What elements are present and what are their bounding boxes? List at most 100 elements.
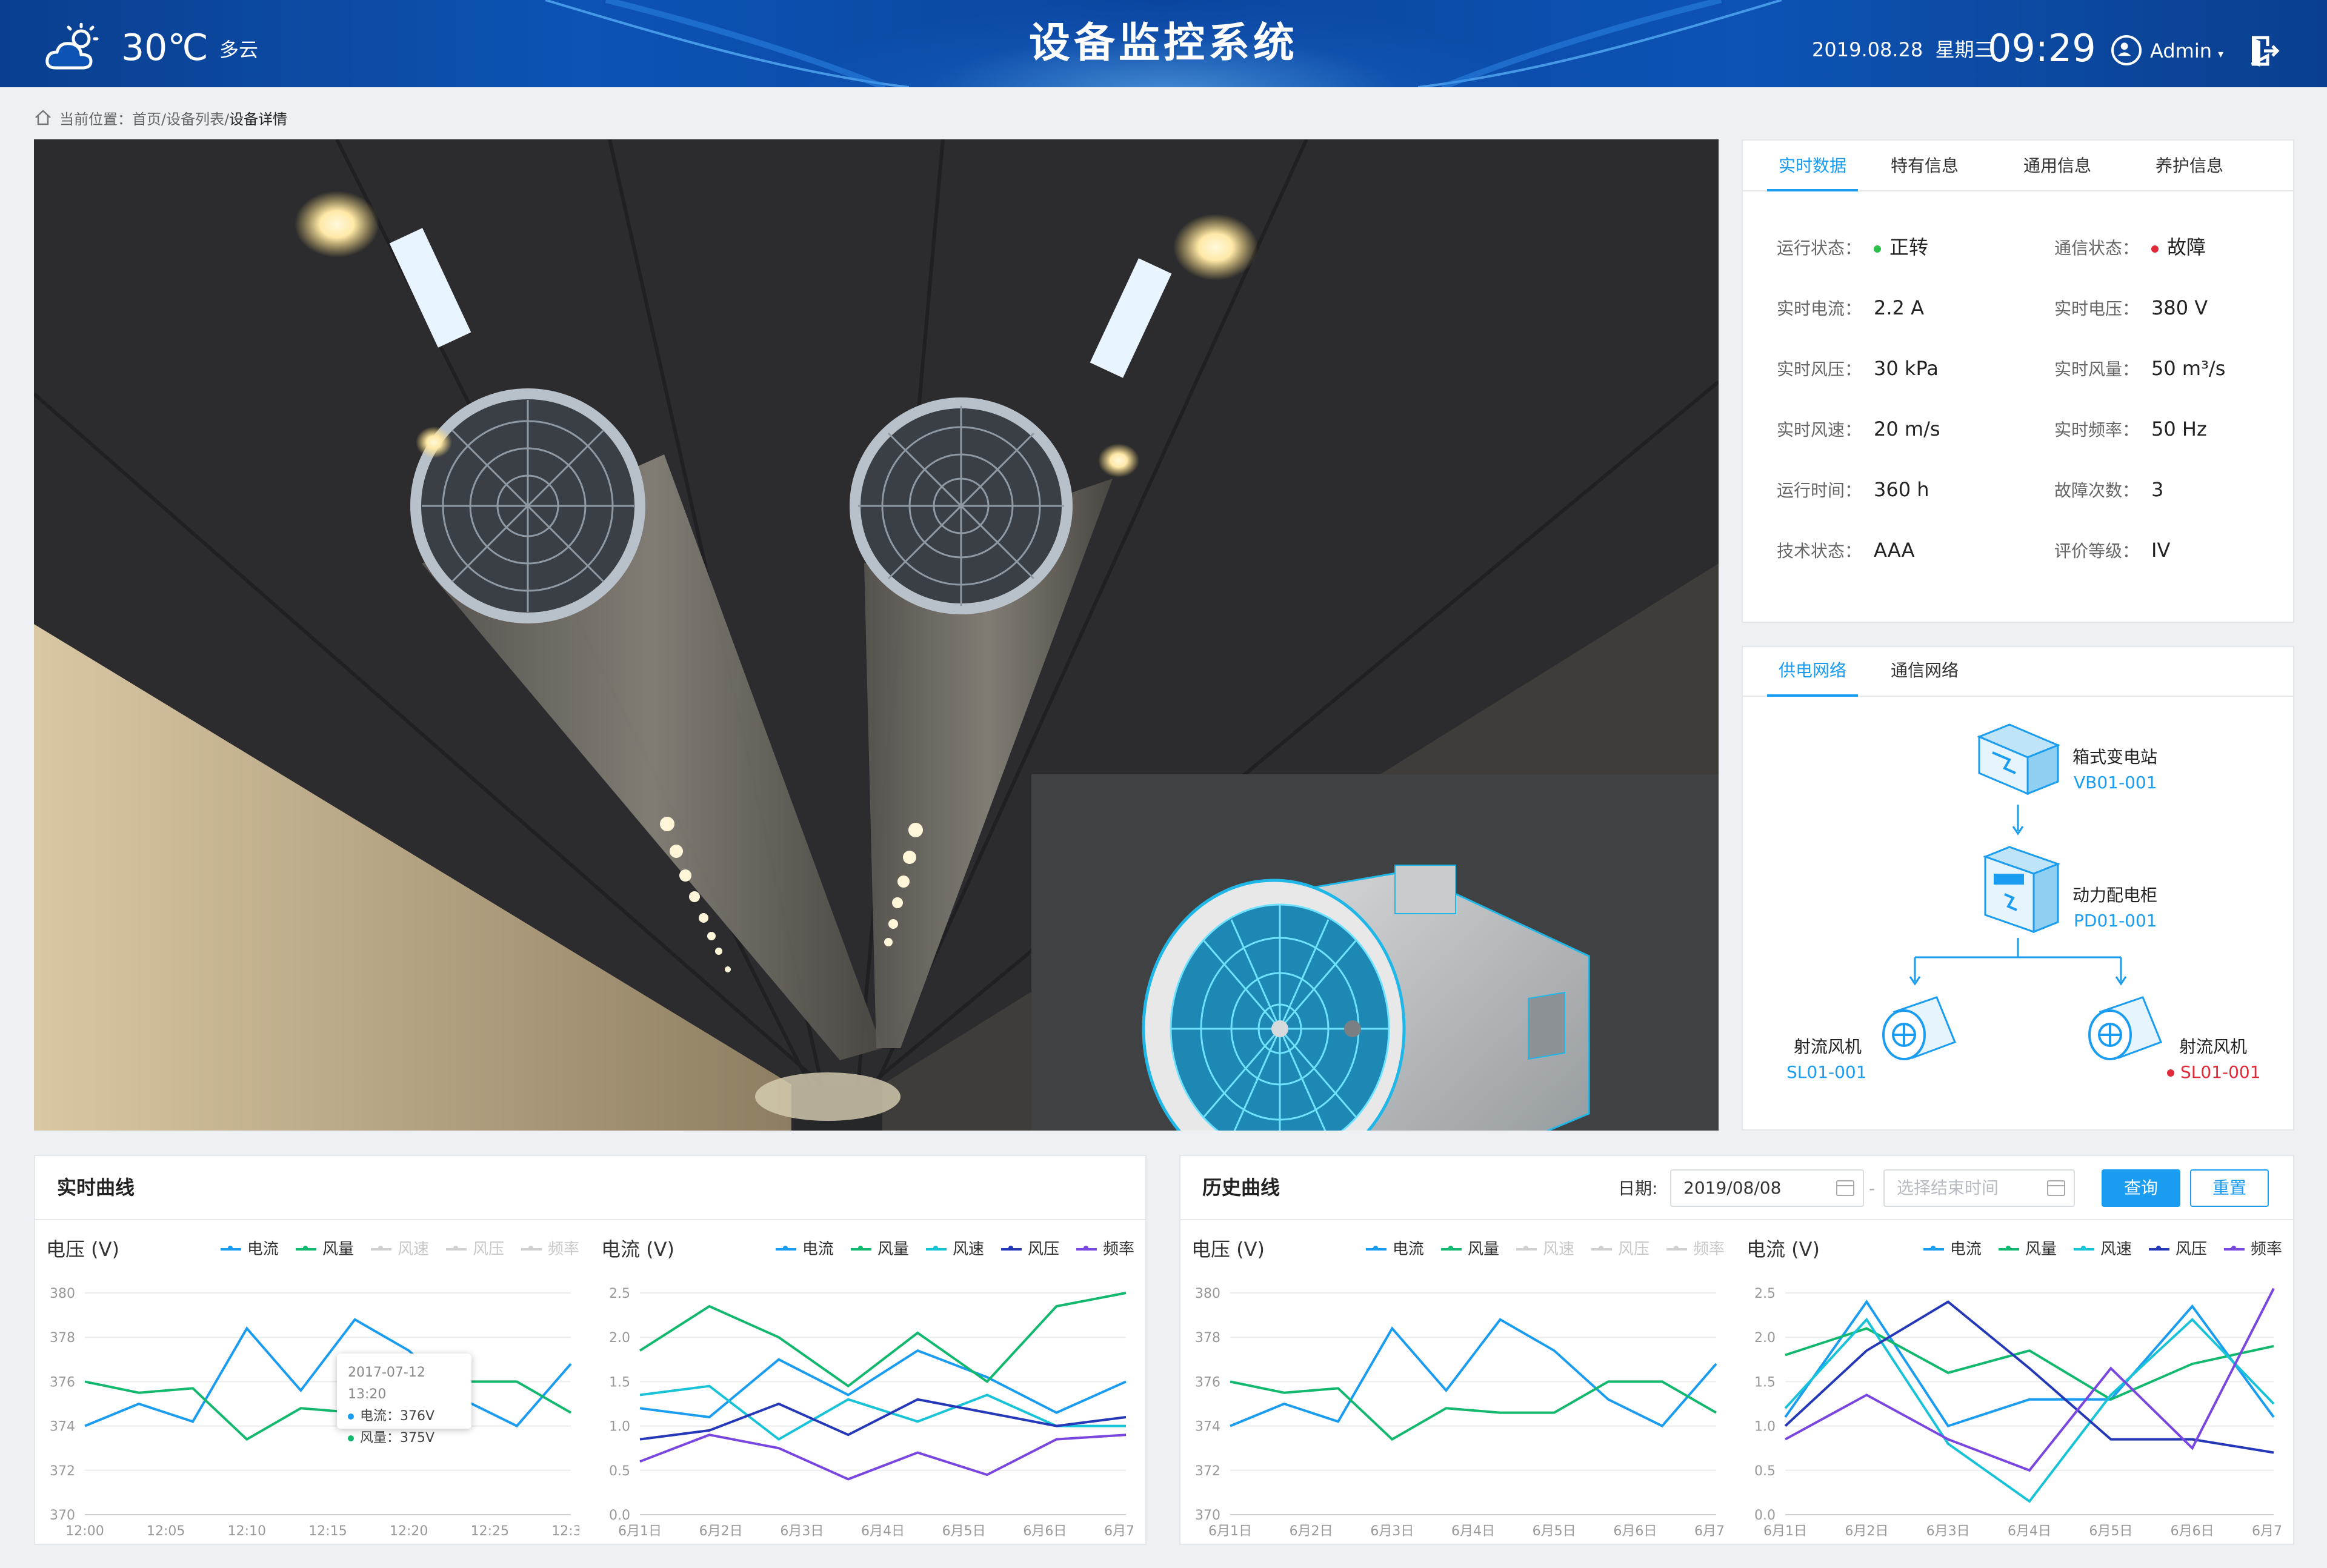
substation-code[interactable]: VB01-001 (2074, 771, 2157, 795)
run-status: 运行状态： 正转 (1777, 235, 1928, 261)
y-tick-label: 0.0 (609, 1508, 630, 1523)
legend-dot-icon (348, 1414, 354, 1420)
tunnel-camera-view[interactable] (34, 139, 1719, 1131)
series-line-频率 (639, 1433, 1127, 1481)
fan-3d-model-view[interactable] (1031, 774, 1719, 1131)
breadcrumb-current: 设备详情 (229, 110, 288, 128)
status-ok-dot-icon (1874, 245, 1882, 253)
realtime-voltage-label: 实时电压： (2054, 299, 2140, 319)
logout-icon[interactable] (2249, 35, 2280, 67)
breadcrumb: 当前位置： 首页 /设备列表/ 设备详情 (34, 105, 287, 130)
fan-left-code[interactable]: SL01-001 (1786, 1060, 1867, 1085)
realtime-frequency-label: 实时频率： (2054, 420, 2140, 440)
y-tick-label: 380 (50, 1286, 75, 1301)
breadcrumb-home[interactable]: 首页 (132, 107, 161, 128)
realtime-frequency: 实时频率： 50 Hz (2054, 417, 2207, 442)
breadcrumb-device-list[interactable]: /设备列表/ (161, 107, 229, 128)
query-button[interactable]: 查询 (2102, 1169, 2180, 1207)
current-date: 2019.08.28 星期三 (1812, 38, 1994, 62)
realtime-wind-speed-label: 实时风速： (1777, 420, 1862, 440)
x-tick-label: 6月4日 (2008, 1524, 2051, 1539)
history-current-chart: 电流 (V) 电流 风量 风速 风压 频率 0.0 0.5 1.0 1.5 2.0 2.5 6月1日 6月… (1746, 1236, 2282, 1539)
realtime-airflow-value: 50 m³/s (2151, 357, 2226, 380)
x-tick-label: 6月5日 (1533, 1524, 1576, 1539)
status-fault-dot-icon (2151, 245, 2159, 253)
chart-plot: 370 372 374 376 378 380 12:00 12:05 12:10 12:15 12… (50, 1286, 579, 1539)
realtime-airflow-label: 实时风量： (2054, 359, 2140, 379)
tab-power-network[interactable]: 供电网络 (1767, 647, 1858, 697)
calendar-icon (2047, 1180, 2065, 1196)
fault-count: 故障次数： 3 (2054, 477, 2163, 503)
series-line-风速 (639, 1384, 1126, 1441)
tooltip-line-airflow: 风量：375V (348, 1427, 461, 1449)
reset-button[interactable]: 重置 (2190, 1169, 2269, 1207)
run-time-value: 360 h (1874, 478, 1929, 501)
detail-tabs: 实时数据 特有信息 通用信息 养护信息 (1743, 141, 2293, 191)
x-tick-label: 6月6日 (2171, 1524, 2214, 1539)
x-tick-label: 6月2日 (699, 1524, 743, 1539)
x-tick-label: 6月1日 (618, 1524, 662, 1539)
cabinet-name: 动力配电柜 (2072, 885, 2158, 905)
x-tick-label: 6月7日 (2252, 1524, 2282, 1539)
realtime-current: 实时电流： 2.2 A (1777, 296, 1924, 321)
tech-status-label: 技术状态： (1777, 541, 1862, 561)
weather-description: 多云 (219, 38, 259, 61)
series-line-风压 (639, 1398, 1127, 1441)
user-name-label: Admin (2150, 39, 2212, 62)
user-avatar-icon[interactable] (2111, 35, 2142, 65)
tooltip-line-current: 电流：376V (348, 1406, 461, 1427)
x-tick-label: 6月1日 (1208, 1524, 1252, 1539)
jet-fan-right-icon (2088, 996, 2162, 1060)
tab-realtime-data[interactable]: 实时数据 (1767, 141, 1858, 191)
y-tick-label: 0.5 (1754, 1464, 1776, 1479)
run-status-label: 运行状态： (1777, 238, 1862, 258)
fault-dot-icon (2167, 1069, 2174, 1077)
y-tick-label: 1.5 (609, 1375, 630, 1390)
series-line-风速 (1784, 1317, 2275, 1503)
divider (35, 1219, 1145, 1220)
fan-right-code-wrap[interactable]: SL01-001 (2167, 1060, 2261, 1085)
realtime-current-label: 实时电流： (1777, 299, 1862, 319)
realtime-pressure: 实时风压： 30 kPa (1777, 356, 1939, 382)
y-tick-label: 0.0 (1754, 1508, 1776, 1523)
top-header: 30℃ 多云 设备监控系统 2019.08.28 星期三 09:29 Admin… (0, 0, 2327, 87)
substation-name: 箱式变电站 (2072, 747, 2158, 767)
tooltip-current-value: 电流：376V (360, 1409, 435, 1424)
fan-left-name: 射流风机 (1794, 1037, 1862, 1057)
y-tick-label: 378 (1195, 1330, 1220, 1346)
network-tabs: 供电网络 通信网络 (1743, 647, 2293, 697)
breadcrumb-prefix: 当前位置： (59, 110, 132, 128)
tab-specific-info[interactable]: 特有信息 (1858, 141, 1991, 191)
tab-general-info[interactable]: 通用信息 (1991, 141, 2123, 191)
cabinet-code[interactable]: PD01-001 (2074, 909, 2157, 933)
network-card: 供电网络 通信网络 箱式变电站 VB01-001 动力配电柜 PD01-001 … (1742, 646, 2294, 1131)
x-tick-label: 12:20 (390, 1524, 428, 1539)
realtime-voltage-value: 380 V (2151, 296, 2208, 319)
current-time: 09:29 (1988, 26, 2096, 70)
x-tick-label: 6月5日 (942, 1524, 986, 1539)
end-date-input[interactable]: 选择结束时间 (1883, 1169, 2075, 1207)
fan-right-code: SL01-001 (2180, 1062, 2261, 1082)
tab-maintenance-info[interactable]: 养护信息 (2123, 141, 2255, 191)
tab-comm-network[interactable]: 通信网络 (1858, 647, 1991, 697)
series-line-风量 (1785, 1327, 2274, 1401)
start-date-input[interactable]: 2019/08/08 (1670, 1169, 1864, 1207)
y-tick-label: 2.0 (1754, 1330, 1776, 1346)
y-tick-label: 372 (50, 1464, 75, 1479)
y-tick-label: 1.0 (1754, 1420, 1776, 1435)
device-detail-card: 实时数据 特有信息 通用信息 养护信息 运行状态： 正转 通信状态： 故障 实时电流… (1742, 139, 2294, 623)
date-value: 2019.08.28 (1812, 38, 1923, 61)
x-tick-label: 6月4日 (861, 1524, 905, 1539)
x-tick-label: 6月6日 (1613, 1524, 1657, 1539)
date-range-separator: - (1869, 1178, 1876, 1198)
chart-plot: 0.0 0.5 1.0 1.5 2.0 2.5 6月1日 6月2日 6月3日 6月4日 6月5日 6月… (609, 1286, 1134, 1539)
realtime-pressure-value: 30 kPa (1874, 357, 1939, 380)
history-curve-title: 历史曲线 (1202, 1176, 1280, 1199)
y-tick-label: 376 (1195, 1375, 1220, 1390)
user-menu[interactable]: Admin ▾ (2150, 39, 2223, 67)
x-tick-label: 6月3日 (1370, 1524, 1414, 1539)
jet-fan-3d-model (1142, 865, 1590, 1131)
x-tick-label: 12:00 (65, 1524, 104, 1539)
tech-status: 技术状态： AAA (1777, 538, 1914, 563)
run-time: 运行时间： 360 h (1777, 477, 1929, 503)
